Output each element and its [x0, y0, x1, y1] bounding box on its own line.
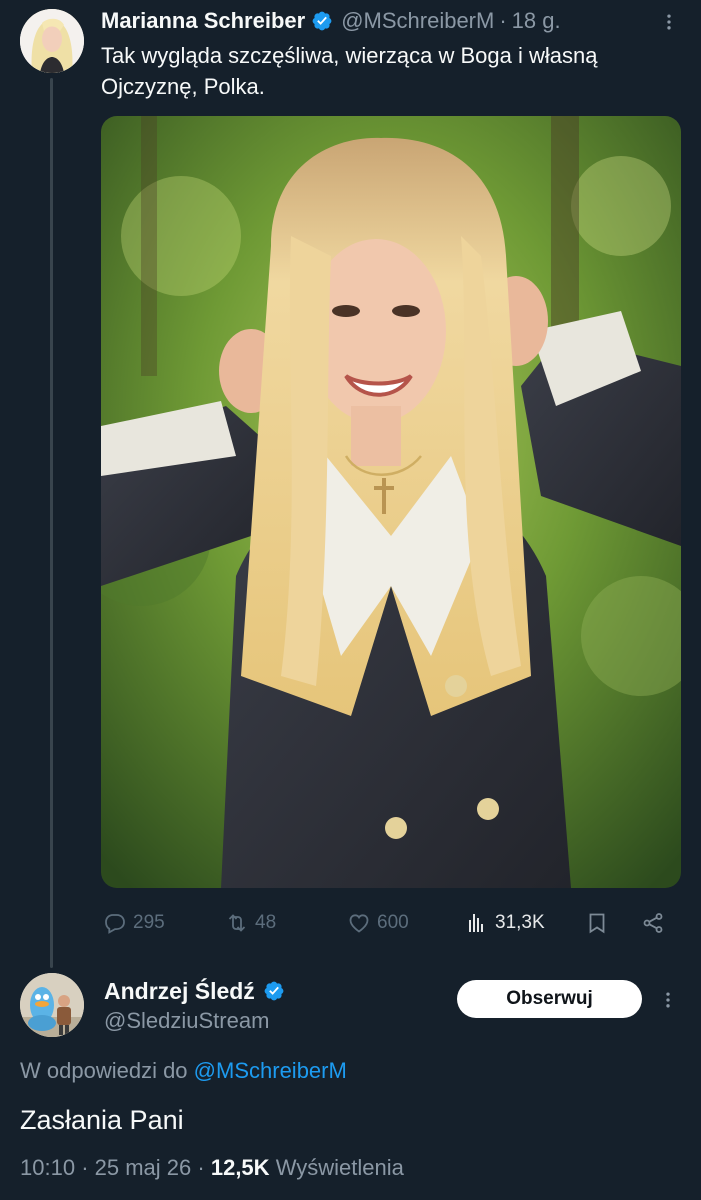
- reply-button[interactable]: 295: [103, 905, 165, 941]
- tweet1-photo[interactable]: [101, 116, 681, 888]
- reply-icon: [105, 914, 125, 934]
- avatar-andrzej[interactable]: [20, 973, 84, 1037]
- more-dots-icon[interactable]: [656, 988, 680, 1012]
- like-icon: [349, 914, 369, 933]
- reply-context: W odpowiedzi do @MSchreiberM: [20, 1058, 347, 1084]
- tweet1-text: Tak wygląda szczęśliwa, wierząca w Boga …: [101, 43, 598, 99]
- tweet1-header: Marianna Schreiber @MSchreiberM · 18 g.: [101, 6, 561, 36]
- views-icon: [469, 914, 483, 932]
- reply-mention-link[interactable]: @MSchreiberM: [194, 1058, 347, 1083]
- like-count: 600: [377, 912, 409, 933]
- views-count: 31,3K: [495, 912, 545, 933]
- share-icon: [643, 913, 663, 933]
- views-button[interactable]: 31,3K: [465, 905, 545, 941]
- tweet2-views-count: 12,5K: [210, 1155, 270, 1180]
- tweet2-views-label: Wyświetlenia: [275, 1155, 404, 1180]
- separator-dot: ·: [499, 8, 507, 33]
- repost-button[interactable]: 48: [225, 905, 276, 941]
- tweet2-name-row: Andrzej Śledź: [104, 976, 293, 1006]
- separator-dot: ·: [197, 1155, 205, 1180]
- tweet1-handle[interactable]: @MSchreiberM: [341, 8, 494, 34]
- follow-button[interactable]: Obserwuj: [457, 980, 642, 1018]
- share-button[interactable]: [641, 905, 665, 941]
- bookmark-icon: [589, 913, 605, 934]
- separator-dot: ·: [81, 1155, 89, 1180]
- like-button[interactable]: 600: [347, 905, 409, 941]
- tweet1-time[interactable]: 18 g.: [512, 8, 561, 34]
- tweet2-time[interactable]: 10:10: [20, 1155, 75, 1180]
- tweet1-author-name[interactable]: Marianna Schreiber: [101, 8, 305, 34]
- repost-icon: [228, 914, 246, 932]
- thread-line: [50, 78, 53, 968]
- tweet1-action-bar: 295 48 600 31,3K: [101, 905, 681, 941]
- more-dots-icon[interactable]: [657, 10, 681, 34]
- tweet2-handle[interactable]: @SledziuStream: [104, 1008, 269, 1034]
- reply-count: 295: [133, 912, 165, 933]
- tweet2-date[interactable]: 25 maj 26: [95, 1155, 192, 1180]
- tweet2-author-name[interactable]: Andrzej Śledź: [104, 978, 255, 1005]
- reply-prefix: W odpowiedzi do: [20, 1058, 188, 1083]
- bookmark-button[interactable]: [585, 905, 609, 941]
- verified-badge-icon[interactable]: [263, 980, 285, 1002]
- repost-count: 48: [255, 912, 277, 933]
- tweet2-meta: 10:10 · 25 maj 26 · 12,5K Wyświetlenia: [20, 1155, 404, 1181]
- avatar-marianna[interactable]: [20, 9, 84, 73]
- verified-badge-icon[interactable]: [311, 10, 333, 32]
- tweet2-text: Zasłania Pani: [20, 1105, 184, 1135]
